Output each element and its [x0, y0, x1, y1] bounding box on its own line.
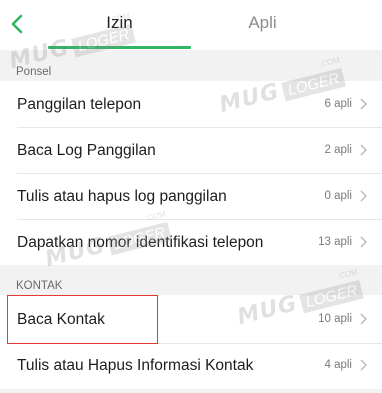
list-item-label: Panggilan telepon	[17, 96, 142, 113]
list-item-label: Tulis atau hapus log panggilan	[17, 188, 227, 205]
app-count: 4 apli	[324, 359, 353, 371]
section-header-ponsel: Ponsel	[0, 50, 382, 81]
top-tab-bar: Izin Apli	[0, 0, 382, 50]
list-item-tulis-hapus-kontak[interactable]: Tulis atau Hapus Informasi Kontak 4 apli	[0, 344, 382, 389]
chevron-right-icon	[360, 236, 367, 248]
list-item-label: Baca Kontak	[17, 311, 105, 328]
active-tab-indicator	[48, 46, 191, 49]
list-item-panggilan-telepon[interactable]: Panggilan telepon 6 apli	[0, 81, 382, 127]
list-item-tulis-hapus-log[interactable]: Tulis atau hapus log panggilan 0 apli	[0, 174, 382, 219]
list-item-label: Dapatkan nomor identifikasi telepon	[17, 234, 264, 251]
chevron-right-icon	[360, 313, 367, 325]
section-label-ponsel: Ponsel	[16, 66, 52, 78]
list-item-nomor-identifikasi[interactable]: Dapatkan nomor identifikasi telepon 13 a…	[0, 220, 382, 265]
app-count: 13 apli	[318, 236, 352, 248]
app-count: 2 apli	[324, 144, 353, 156]
chevron-right-icon	[360, 98, 367, 110]
app-count: 6 apli	[324, 98, 353, 110]
chevron-right-icon	[360, 359, 367, 371]
list-item-label: Baca Log Panggilan	[17, 142, 156, 159]
tab-izin[interactable]: Izin	[48, 13, 191, 33]
tab-apli[interactable]: Apli	[191, 13, 334, 33]
list-item-baca-log-panggilan[interactable]: Baca Log Panggilan 2 apli	[0, 128, 382, 173]
chevron-right-icon	[360, 144, 367, 156]
back-chevron-icon[interactable]	[6, 10, 30, 38]
list-item-baca-kontak[interactable]: Baca Kontak 10 apli	[0, 295, 382, 343]
app-count: 0 apli	[324, 190, 353, 202]
bottom-spacer	[0, 389, 382, 393]
list-item-label: Tulis atau Hapus Informasi Kontak	[17, 357, 254, 374]
section-header-kontak: KONTAK	[0, 265, 382, 295]
section-label-kontak: KONTAK	[16, 280, 63, 292]
app-count: 10 apli	[318, 313, 352, 325]
chevron-right-icon	[360, 190, 367, 202]
